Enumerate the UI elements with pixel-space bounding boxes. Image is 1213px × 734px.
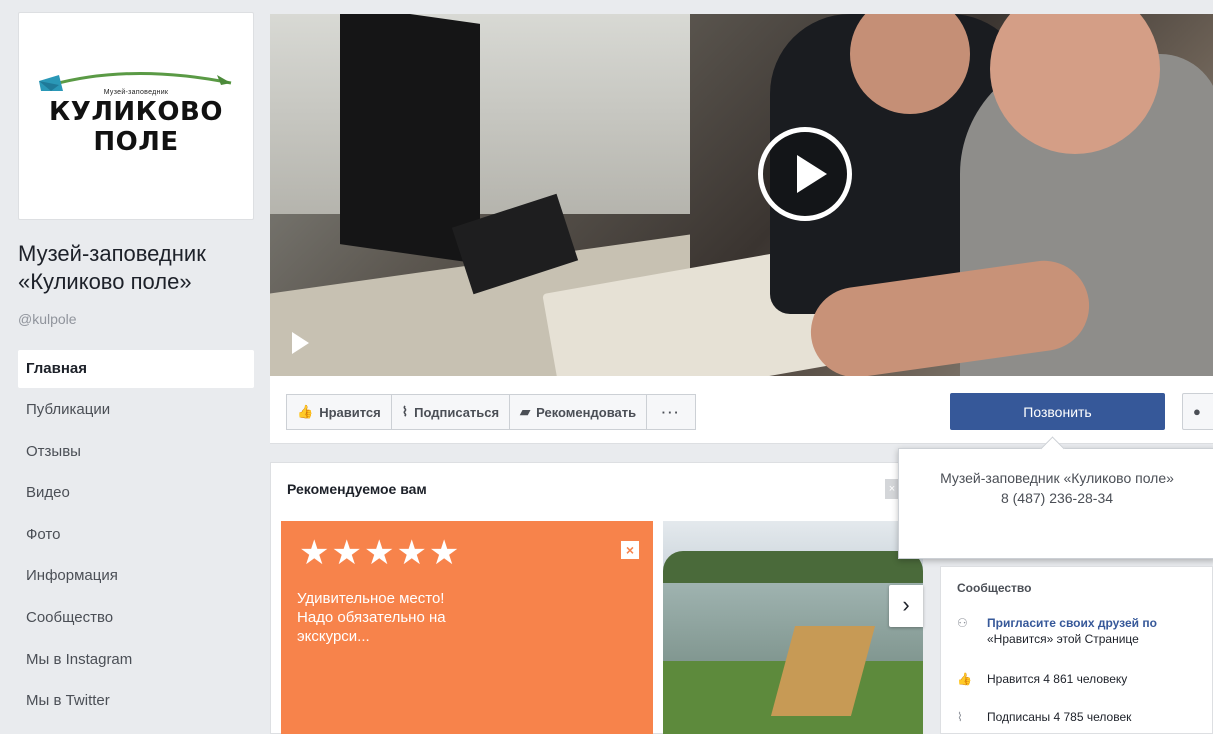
rating-stars: ★★★★★ [299, 534, 462, 572]
community-title: Сообщество [957, 581, 1032, 595]
invite-friends-text: «Нравится» этой Странице [987, 632, 1139, 646]
likes-count-row: 👍 Нравится 4 861 человеку [957, 671, 1127, 687]
action-buttons: 👍 Нравится ⌇ Подписаться ▰ Рекомендовать… [286, 394, 697, 430]
nav-item-home[interactable]: Главная [18, 350, 254, 388]
call-tooltip: Музей-заповедник «Куликово поле» 8 (487)… [898, 448, 1213, 559]
cover-video[interactable] [270, 14, 1213, 376]
subscribers-count-row: ⌇ Подписаны 4 785 человек [957, 709, 1131, 725]
nav-item-videos[interactable]: Видео [18, 474, 254, 516]
call-button[interactable]: Позвонить [950, 393, 1165, 430]
nav-item-community[interactable]: Сообщество [18, 599, 254, 641]
page-handle[interactable]: @kulpole [18, 311, 77, 327]
logo-title-line1: КУЛИКОВО [49, 97, 223, 127]
review-text: Удивительное место! Надо обязательно на … [297, 590, 446, 645]
play-small-icon[interactable] [292, 332, 309, 354]
community-card: Сообщество ⚇ Пригласите своих друзей по … [940, 566, 1213, 734]
logo-title-line2: ПОЛЕ [93, 127, 179, 157]
like-count-icon: 👍 [957, 672, 972, 686]
like-button[interactable]: 👍 Нравится [286, 394, 392, 430]
recommended-title: Рекомендуемое вам [287, 481, 427, 497]
like-label: Нравится [319, 404, 381, 420]
invite-icon: ⚇ [957, 616, 968, 630]
tooltip-name: Музей-заповедник «Куликово поле» [940, 470, 1174, 486]
rss-count-icon: ⌇ [957, 710, 963, 724]
nav-item-instagram[interactable]: Мы в Instagram [18, 641, 254, 683]
nav-item-posts[interactable]: Публикации [18, 391, 254, 433]
left-column: Музей-заповедник КУЛИКОВО ПОЛЕ Музей-зап… [0, 0, 268, 734]
invite-friends-link[interactable]: Пригласите своих друзей по [987, 615, 1157, 631]
chevron-right-icon[interactable]: › [889, 585, 923, 627]
message-button[interactable]: ● [1182, 393, 1213, 430]
likes-count: Нравится 4 861 человеку [987, 672, 1128, 686]
recommend-icon: ▰ [520, 404, 531, 419]
messenger-icon: ● [1193, 404, 1201, 419]
rss-icon: ⌇ [401, 404, 409, 419]
page-title[interactable]: Музей-заповедник «Куликово поле» [18, 240, 258, 296]
museum-logo: Музей-заповедник КУЛИКОВО ПОЛЕ [25, 17, 247, 215]
nav-item-about[interactable]: Информация [18, 557, 254, 599]
nav-item-reviews[interactable]: Отзывы [18, 433, 254, 475]
recommended-photo[interactable] [663, 521, 923, 734]
play-icon[interactable] [758, 127, 852, 221]
page-nav: Главная Публикации Отзывы Видео Фото Инф… [18, 350, 254, 724]
like-icon: 👍 [297, 404, 314, 419]
review-card[interactable]: ★★★★★ × Удивительное место! Надо обязате… [281, 521, 653, 734]
logo-small-text: Музей-заповедник [103, 89, 169, 96]
recommend-button[interactable]: ▰ Рекомендовать [509, 394, 648, 430]
nav-item-photos[interactable]: Фото [18, 516, 254, 558]
review-close-icon[interactable]: × [621, 541, 639, 559]
invite-friends-row: ⚇ Пригласите своих друзей по «Нравится» … [957, 615, 1157, 647]
photo-trees [663, 551, 923, 585]
follow-label: Подписаться [414, 404, 500, 420]
recommended-card: Рекомендуемое вам × ★★★★★ × Удивительное… [270, 462, 923, 734]
recommend-label: Рекомендовать [536, 404, 637, 420]
close-icon[interactable]: × [885, 479, 899, 499]
more-button[interactable]: ··· [646, 394, 697, 430]
video-scene-wall [270, 14, 690, 214]
profile-picture[interactable]: Музей-заповедник КУЛИКОВО ПОЛЕ [18, 12, 254, 220]
action-bar: 👍 Нравится ⌇ Подписаться ▰ Рекомендовать… [270, 376, 1213, 444]
nav-item-twitter[interactable]: Мы в Twitter [18, 682, 254, 724]
subscribers-count: Подписаны 4 785 человек [987, 710, 1132, 724]
follow-button[interactable]: ⌇ Подписаться [390, 394, 511, 430]
tooltip-phone: 8 (487) 236-28-34 [1000, 490, 1114, 506]
